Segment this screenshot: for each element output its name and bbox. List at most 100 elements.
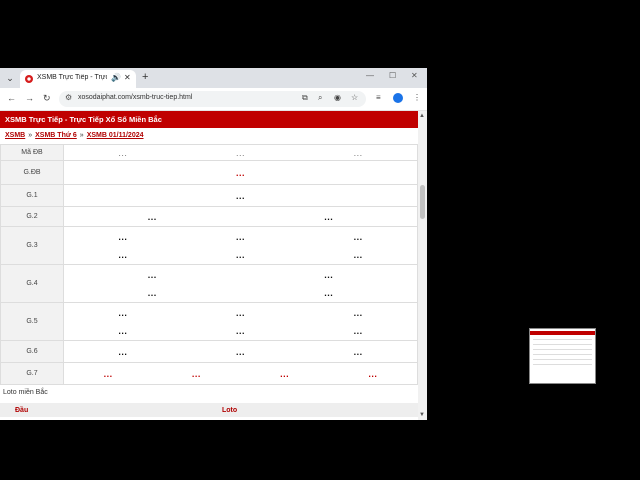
scroll-thumb[interactable]: [420, 185, 425, 219]
profile-icon[interactable]: [393, 93, 403, 103]
prize-number: ...: [324, 211, 334, 222]
prize-numbers: ...: [63, 184, 418, 207]
plus-icon[interactable]: +: [142, 71, 148, 83]
prize-label: G.6: [0, 340, 64, 363]
star-icon[interactable]: ☆: [351, 93, 358, 102]
prize-number: ...: [118, 231, 128, 242]
prize-number: ...: [235, 307, 245, 318]
prize-label: G.2: [0, 206, 64, 227]
close-window-icon[interactable]: ✕: [411, 71, 418, 80]
url-text[interactable]: xosodaiphat.com/xsmb-truc-tiep.html: [78, 94, 192, 101]
prize-label: G.4: [0, 264, 64, 303]
scrollbar[interactable]: ▲ ▼: [418, 111, 427, 420]
results-table: Mã ĐB......... G.ĐB... G.1... G.2...... G.3.…: [0, 144, 418, 385]
prize-number: ...: [118, 307, 128, 318]
loto-header: Đầu Loto: [0, 403, 418, 417]
zoom-icon[interactable]: ⌕: [318, 93, 322, 103]
prize-numbers: ......: [63, 206, 418, 227]
prize-number: ...: [353, 346, 363, 357]
prize-number: ...: [353, 307, 363, 318]
loto-header-loto: Loto: [222, 407, 238, 414]
prize-number: ...: [235, 167, 245, 178]
reload-icon[interactable]: ↻: [43, 93, 51, 104]
page-title: XSMB Trực Tiếp - Trực Tiếp Xổ Số Miền Bắ…: [0, 111, 418, 128]
prize-number: ...: [235, 346, 245, 357]
prize-numbers: ...: [63, 160, 418, 185]
prize-row: G.ĐB...: [0, 160, 418, 185]
scroll-down-icon[interactable]: ▼: [419, 412, 425, 418]
loto-header-dau: Đầu: [15, 407, 29, 414]
prize-numbers: .........: [63, 144, 418, 161]
prize-number: ...: [353, 249, 363, 260]
prize-number: ...: [147, 211, 157, 222]
loto-title: Loto miền Bắc: [3, 389, 48, 396]
prize-number: ...: [118, 346, 128, 357]
extensions-icon[interactable]: ≡: [376, 93, 381, 102]
active-tab[interactable]: XSMB Trực Tiếp - Trực Tiếp 🔊 ✕: [20, 70, 136, 88]
tab-title: XSMB Trực Tiếp - Trực Tiếp: [37, 74, 107, 81]
prize-label: Mã ĐB: [0, 144, 64, 161]
prize-number: ...: [368, 368, 378, 379]
prize-numbers: .........: [63, 340, 418, 363]
prize-number: ...: [118, 249, 128, 260]
breadcrumb-xsmb-date[interactable]: XSMB 01/11/2024: [87, 132, 144, 139]
prize-label: G.5: [0, 302, 64, 341]
more-icon[interactable]: ⋮: [413, 93, 421, 102]
prize-row: G.5..................: [0, 302, 418, 341]
prize-number: ...: [235, 147, 245, 158]
prize-numbers: ............: [63, 264, 418, 303]
breadcrumb-separator: »: [28, 132, 33, 139]
address-bar[interactable]: ⚙ xosodaiphat.com/xsmb-truc-tiep.html ⧉ …: [59, 91, 366, 107]
breadcrumb-xsmb-thu6[interactable]: XSMB Thứ 6: [35, 132, 77, 139]
prize-numbers: ..................: [63, 226, 418, 265]
tab-bar: ⌄ XSMB Trực Tiếp - Trực Tiếp 🔊 ✕ + — ☐ ✕: [0, 68, 427, 88]
breadcrumb: XSMB» XSMB Thứ 6» XSMB 01/11/2024: [0, 128, 418, 144]
breadcrumb-xsmb[interactable]: XSMB: [5, 132, 25, 139]
prize-label: G.7: [0, 362, 64, 385]
prize-number: ...: [147, 269, 157, 280]
prize-number: ...: [191, 368, 201, 379]
chevron-down-icon[interactable]: ⌄: [4, 72, 16, 84]
prize-number: ...: [118, 325, 128, 336]
minimize-icon[interactable]: —: [366, 71, 374, 80]
prize-label: G.3: [0, 226, 64, 265]
prize-number: ...: [147, 287, 157, 298]
forward-icon[interactable]: →: [25, 93, 34, 103]
breadcrumb-separator: »: [79, 132, 84, 139]
prize-row: G.4............: [0, 264, 418, 303]
prize-number: ...: [324, 269, 334, 280]
prize-row: G.2......: [0, 206, 418, 227]
prize-number: ...: [235, 190, 245, 201]
prize-row: G.3..................: [0, 226, 418, 265]
browser-toolbar: ← → ↻ ⚙ xosodaiphat.com/xsmb-truc-tiep.h…: [0, 88, 427, 111]
prize-row: G.6.........: [0, 340, 418, 363]
install-icon[interactable]: ⧉: [302, 93, 308, 103]
prize-number: ...: [103, 368, 113, 379]
browser-window: ⌄ XSMB Trực Tiếp - Trực Tiếp 🔊 ✕ + — ☐ ✕…: [0, 68, 427, 420]
site-info-icon[interactable]: ⚙: [65, 93, 72, 102]
prize-number: ...: [280, 368, 290, 379]
prize-number: ...: [353, 325, 363, 336]
prize-label: G.ĐB: [0, 160, 64, 185]
prize-row: G.1...: [0, 184, 418, 207]
preview-thumbnail: [529, 328, 596, 384]
favicon: [25, 75, 33, 83]
prize-number: ...: [118, 147, 128, 158]
prize-number: ...: [235, 325, 245, 336]
audio-icon[interactable]: 🔊: [111, 73, 121, 82]
prize-label: G.1: [0, 184, 64, 207]
back-icon[interactable]: ←: [7, 93, 16, 103]
prize-numbers: ..................: [63, 302, 418, 341]
prize-number: ...: [353, 147, 363, 158]
prize-numbers: ............: [63, 362, 418, 385]
prize-number: ...: [235, 249, 245, 260]
prize-row: Mã ĐB.........: [0, 144, 418, 161]
prize-number: ...: [353, 231, 363, 242]
prize-row: G.7............: [0, 362, 418, 385]
close-icon[interactable]: ✕: [124, 73, 131, 82]
scroll-up-icon[interactable]: ▲: [419, 113, 425, 119]
prize-number: ...: [324, 287, 334, 298]
maximize-icon[interactable]: ☐: [389, 71, 396, 80]
page-viewport: XSMB Trực Tiếp - Trực Tiếp Xổ Số Miền Bắ…: [0, 111, 418, 420]
eye-off-icon[interactable]: ◉: [334, 93, 341, 102]
